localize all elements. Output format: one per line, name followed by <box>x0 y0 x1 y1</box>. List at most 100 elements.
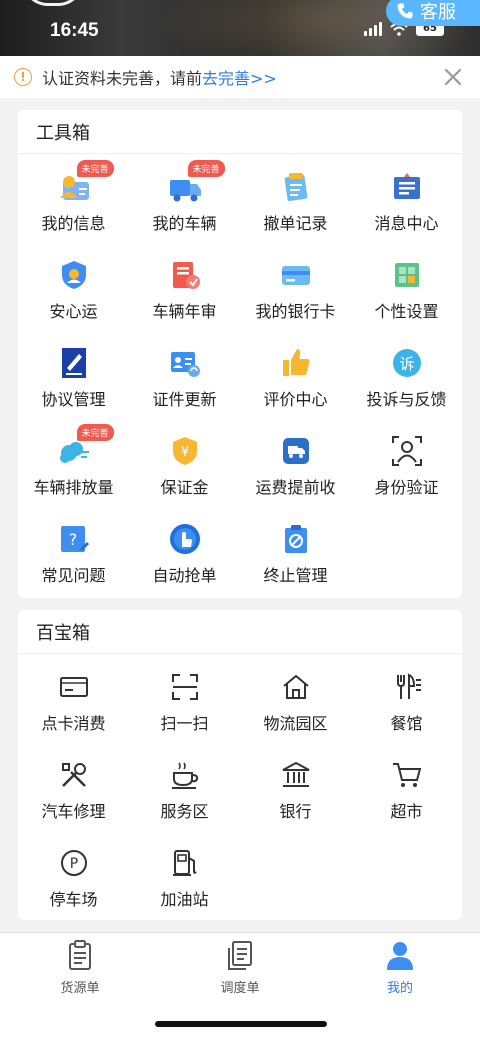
phone-icon <box>397 3 413 19</box>
avatar[interactable] <box>22 0 84 6</box>
tool-identity-verify[interactable]: 身份验证 <box>351 418 462 506</box>
coffee-icon <box>168 758 202 792</box>
tab-label: 调度单 <box>220 981 260 996</box>
tool-label: 运费提前收 <box>255 478 336 497</box>
tool-label: 常见问题 <box>41 566 106 585</box>
tool-personal-settings[interactable]: 个性设置 <box>351 242 462 330</box>
tool-my-info[interactable]: 未完善 我的信息 <box>18 154 129 242</box>
treasure-supermarket[interactable]: 超市 <box>351 742 462 830</box>
truck-icon: 未完善 <box>168 160 225 204</box>
documents-icon <box>228 941 252 970</box>
treasure-title: 百宝箱 <box>18 610 462 654</box>
tool-review-center[interactable]: 评价中心 <box>240 330 351 418</box>
tool-vehicle-emission[interactable]: 未完善 车辆排放量 <box>18 418 129 506</box>
treasure-car-repair[interactable]: 汽车修理 <box>18 742 129 830</box>
treasure-bank[interactable]: 银行 <box>240 742 351 830</box>
treasure-label: 餐馆 <box>390 714 423 733</box>
treasure-parking[interactable]: P 停车场 <box>18 830 129 918</box>
tool-anxinyun[interactable]: 安心运 <box>18 242 129 330</box>
tool-label: 我的银行卡 <box>255 302 336 321</box>
fuel-icon <box>168 846 202 880</box>
tool-label: 个性设置 <box>374 302 439 321</box>
status-time: 16:45 <box>50 20 99 41</box>
terminate-icon <box>279 522 313 556</box>
svg-text:¥: ¥ <box>180 445 188 460</box>
treasure-label: 汽车修理 <box>41 802 106 821</box>
tool-bank-card[interactable]: 我的银行卡 <box>240 242 351 330</box>
face-verify-icon <box>390 434 424 468</box>
treasure-card-consume[interactable]: 点卡消费 <box>18 654 129 742</box>
treasure-logistics-park[interactable]: 物流园区 <box>240 654 351 742</box>
tool-auto-grab[interactable]: 自动抢单 <box>129 506 240 594</box>
restaurant-icon <box>390 670 424 704</box>
tool-label: 评价中心 <box>263 390 328 409</box>
treasure-restaurant[interactable]: 餐馆 <box>351 654 462 742</box>
emission-icon: 未完善 <box>57 424 114 468</box>
treasure-service-area[interactable]: 服务区 <box>129 742 240 830</box>
id-update-icon <box>168 346 202 380</box>
tool-label: 终止管理 <box>263 566 328 585</box>
treasure-label: 点卡消费 <box>41 714 106 733</box>
complaint-icon: 诉 <box>390 346 424 380</box>
tool-message-center[interactable]: 消息中心 <box>351 154 462 242</box>
treasure-gas-station[interactable]: 加油站 <box>129 830 240 918</box>
tool-label: 撤单记录 <box>263 214 328 233</box>
faq-icon: ? <box>57 522 91 556</box>
tool-label: 我的信息 <box>41 214 106 233</box>
home-indicator <box>155 1021 327 1027</box>
freight-advance-icon <box>279 434 313 468</box>
treasure-label: 停车场 <box>49 890 98 909</box>
tab-label: 货源单 <box>60 981 100 996</box>
tool-agreements[interactable]: 协议管理 <box>18 330 129 418</box>
tool-label: 自动抢单 <box>152 566 217 585</box>
home-icon <box>279 670 313 704</box>
treasure-label: 加油站 <box>160 890 209 909</box>
toolbox-card: 工具箱 未完善 我的信息 未完善 我的车辆 撤单记录 消息中心 安心运 车辆年审… <box>18 110 462 598</box>
treasure-label: 物流园区 <box>263 714 328 733</box>
customer-service-button[interactable]: 客服 <box>386 0 480 26</box>
svg-text:诉: 诉 <box>399 355 414 373</box>
tool-document-update[interactable]: 证件更新 <box>129 330 240 418</box>
tool-label: 证件更新 <box>152 390 217 409</box>
tool-freight-advance[interactable]: 运费提前收 <box>240 418 351 506</box>
tool-label: 我的车辆 <box>152 214 217 233</box>
svg-text:P: P <box>69 856 77 872</box>
tab-cargo-list[interactable]: 货源单 <box>0 939 160 996</box>
tool-deposit[interactable]: ¥ 保证金 <box>129 418 240 506</box>
person-icon <box>387 942 413 970</box>
close-icon[interactable] <box>442 66 464 88</box>
tab-label: 我的 <box>386 981 413 996</box>
tool-my-vehicle[interactable]: 未完善 我的车辆 <box>129 154 240 242</box>
repair-icon <box>57 758 91 792</box>
tool-faq[interactable]: ? 常见问题 <box>18 506 129 594</box>
auto-grab-icon <box>168 522 202 556</box>
treasure-label: 服务区 <box>160 802 209 821</box>
tab-mine[interactable]: 我的 <box>320 939 480 996</box>
card-icon <box>57 670 91 704</box>
notice-text: 认证资料未完善，请前 <box>42 69 203 88</box>
verification-notice: ! 认证资料未完善，请前 去完善>> <box>0 56 480 98</box>
bank-icon <box>279 758 313 792</box>
treasure-scan[interactable]: 扫一扫 <box>129 654 240 742</box>
deposit-icon: ¥ <box>168 434 202 468</box>
treasure-card: 百宝箱 点卡消费 扫一扫 物流园区 餐馆 汽车修理 服务区 银行 超市 P 停车… <box>18 610 462 920</box>
warning-icon: ! <box>14 68 32 86</box>
tool-label: 保证金 <box>160 478 209 497</box>
customer-service-label: 客服 <box>420 2 456 23</box>
incomplete-badge: 未完善 <box>76 160 114 177</box>
tool-complaint-feedback[interactable]: 诉 投诉与反馈 <box>351 330 462 418</box>
cart-icon <box>390 758 424 792</box>
tool-cancel-records[interactable]: 撤单记录 <box>240 154 351 242</box>
header-banner: 16:45 65 客服 <box>0 0 480 56</box>
tool-termination[interactable]: 终止管理 <box>240 506 351 594</box>
tab-dispatch-list[interactable]: 调度单 <box>160 939 320 996</box>
clipboard-icon <box>69 940 91 970</box>
complete-profile-link[interactable]: 去完善>> <box>202 65 277 89</box>
signal-icon <box>364 22 382 36</box>
treasure-label: 扫一扫 <box>160 714 209 733</box>
tool-label: 车辆年审 <box>152 302 217 321</box>
incomplete-badge: 未完善 <box>76 424 114 441</box>
incomplete-badge: 未完善 <box>187 160 225 177</box>
record-icon <box>279 170 313 204</box>
tool-annual-inspection[interactable]: 车辆年审 <box>129 242 240 330</box>
